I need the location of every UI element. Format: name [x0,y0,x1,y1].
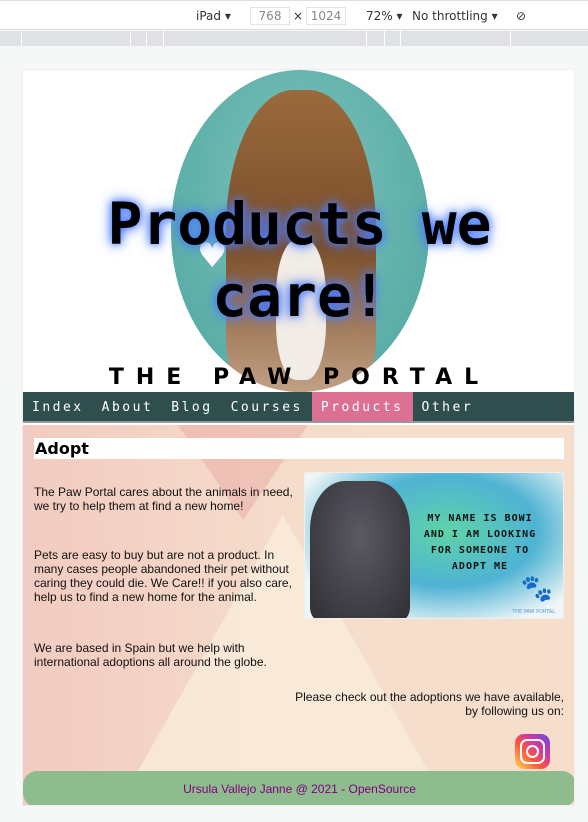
media-query-bar[interactable] [0,31,588,46]
nav-index[interactable]: Index [23,392,93,421]
nav-about[interactable]: About [93,392,163,421]
nav-products[interactable]: Products [311,392,413,421]
paragraph: The Paw Portal cares about the animals i… [34,485,293,513]
adoption-cat-image: MY NAME IS BOWI AND I AM LOOKING FOR SOM… [304,472,564,619]
devtools-toolbar: iPad ▾ 768 × 1024 72% ▾ No throttling ▾ … [0,0,588,30]
nav-courses[interactable]: Courses [222,392,312,421]
footer: Ursula Vallejo Janne @ 2021 - OpenSource [23,771,574,805]
image-logo: THE PAW PORTAL [512,609,555,615]
paw-icon: 🐾 [520,574,553,604]
page-title: Products we care! [107,190,492,330]
content: Adopt The Paw Portal cares about the ani… [23,425,574,805]
nav-blog[interactable]: Blog [162,392,221,421]
throttling-select[interactable]: No throttling ▾ [412,9,498,23]
nav-other[interactable]: Other [413,392,483,421]
paragraph: We are based in Spain but we help with i… [34,641,267,669]
section-heading: Adopt [34,438,564,459]
zoom-select[interactable]: 72% ▾ [366,9,403,23]
cat-photo [310,481,410,618]
paragraph: Pets are easy to buy but are not a produ… [34,548,292,604]
header: ♥ Products we care! THE PAW PORTAL [23,70,574,392]
instagram-icon[interactable] [515,734,550,769]
width-input[interactable]: 768 [250,7,290,25]
rotate-icon[interactable]: ⊘ [516,9,526,23]
page-viewport: ♥ Products we care! THE PAW PORTAL Index… [22,69,575,806]
main-nav: Index About Blog Courses Products Other [23,392,574,423]
device-select[interactable]: iPad ▾ [196,9,231,23]
follow-line: Please check out the adoptions we have a… [295,690,564,704]
follow-line: by following us on: [465,704,564,718]
brand-name: THE PAW PORTAL [108,365,491,390]
image-caption: MY NAME IS BOWI AND I AM LOOKING FOR SOM… [423,513,537,572]
times-label: × [293,9,304,23]
follow-text: Please check out the adoptions we have a… [295,690,564,718]
height-input[interactable]: 1024 [306,7,346,25]
